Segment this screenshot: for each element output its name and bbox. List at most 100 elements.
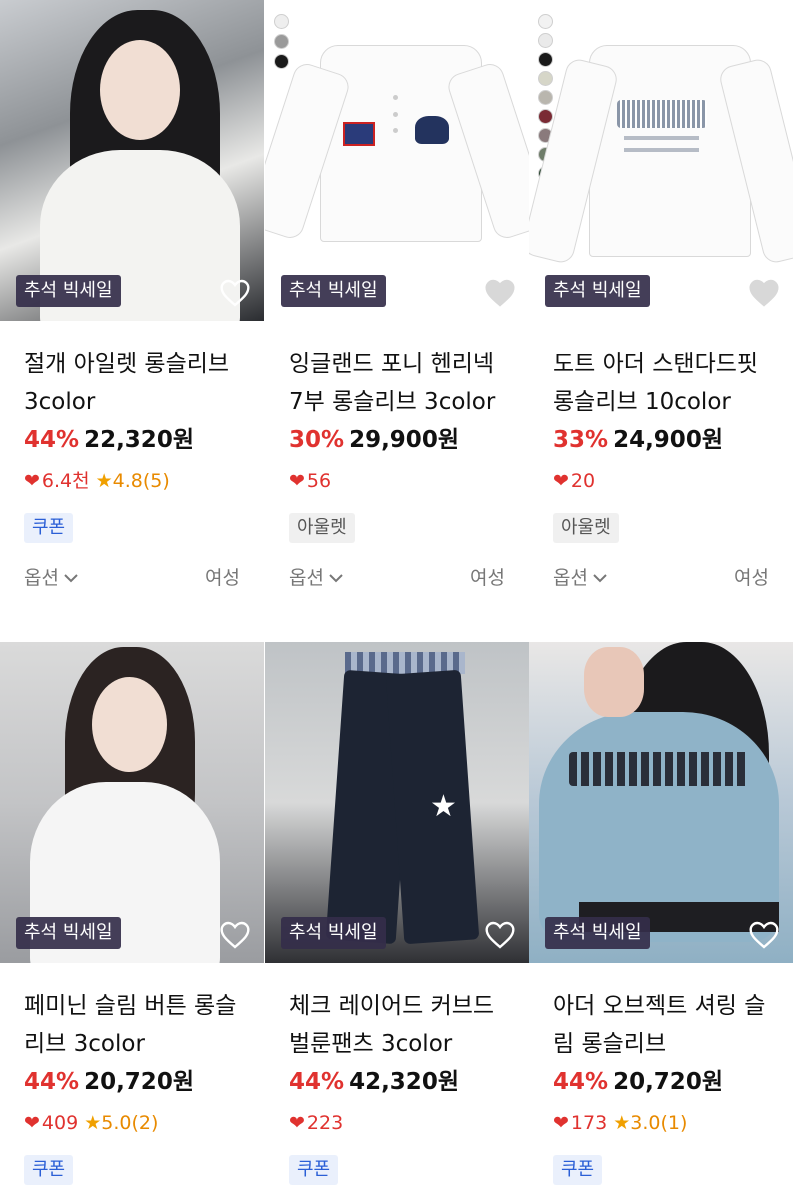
wishlist-heart-icon[interactable]	[218, 277, 252, 309]
sale-price: 22,320원	[84, 427, 194, 453]
sale-badge: 추석 빅세일	[281, 275, 386, 307]
price-row: 44% 22,320원	[24, 423, 240, 457]
option-dropdown[interactable]: 옵션	[24, 563, 79, 590]
color-swatch	[274, 14, 289, 29]
wishlist-heart-icon[interactable]	[483, 277, 517, 309]
gender-label: 여성	[470, 567, 505, 589]
option-label: 옵션	[553, 567, 588, 589]
product-stats: ❤ 223	[289, 1111, 505, 1135]
heart-icon: ❤	[24, 1112, 40, 1134]
like-count: 223	[306, 1112, 344, 1134]
product-card[interactable]: 추석 빅세일 잉글랜드 포니 헨리넥 7부 롱슬리브 3color 30% 29,…	[265, 0, 529, 590]
product-image[interactable]: 추석 빅세일	[0, 642, 264, 963]
rating: 4.8(5)	[112, 470, 170, 492]
product-card[interactable]: 추석 빅세일 절개 아일렛 롱슬리브 3color 44% 22,320원 ❤ 6…	[0, 0, 264, 590]
sale-price: 20,720원	[613, 1069, 723, 1095]
price-row: 44% 20,720원	[24, 1065, 240, 1099]
like-count: 56	[306, 470, 332, 492]
product-stats: ❤ 56	[289, 469, 505, 493]
heart-icon: ❤	[24, 470, 40, 492]
price-row: 44% 20,720원	[553, 1065, 769, 1099]
heart-icon: ❤	[289, 470, 305, 492]
wishlist-heart-icon[interactable]	[483, 919, 517, 951]
like-count: 173	[570, 1112, 608, 1134]
gender-label: 여성	[205, 567, 240, 589]
coupon-tag: 쿠폰	[24, 1155, 74, 1185]
option-label: 옵션	[24, 567, 59, 589]
product-image[interactable]: 추석 빅세일	[529, 642, 793, 963]
coupon-tag: 쿠폰	[289, 1155, 339, 1185]
discount-rate: 30%	[289, 427, 345, 453]
product-card[interactable]: 추석 빅세일 도트 아더 스탠다드핏 롱슬리브 10color 33% 24,90…	[529, 0, 793, 590]
product-stats: ❤ 20	[553, 469, 769, 493]
sale-badge: 추석 빅세일	[16, 917, 121, 949]
sale-badge: 추석 빅세일	[545, 275, 650, 307]
wishlist-heart-icon[interactable]	[747, 919, 781, 951]
product-image[interactable]: ★ 추석 빅세일	[265, 642, 529, 963]
discount-rate: 44%	[289, 1069, 345, 1095]
color-swatch	[538, 33, 553, 48]
product-stats: ❤ 409 ★ 5.0(2)	[24, 1111, 240, 1135]
product-title[interactable]: 잉글랜드 포니 헨리넥 7부 롱슬리브 3color	[289, 345, 505, 421]
gender-label: 여성	[734, 567, 769, 589]
discount-rate: 33%	[553, 427, 609, 453]
product-image[interactable]: 추석 빅세일	[529, 0, 793, 321]
star-icon: ★	[95, 470, 113, 492]
chevron-down-icon	[63, 566, 79, 588]
outlet-tag: 아울렛	[553, 513, 619, 543]
coupon-tag: 쿠폰	[24, 513, 74, 543]
product-stats: ❤ 173 ★ 3.0(1)	[553, 1111, 769, 1135]
product-title[interactable]: 페미닌 슬림 버튼 롱슬리브 3color	[24, 987, 240, 1063]
wishlist-heart-icon[interactable]	[218, 919, 252, 951]
discount-rate: 44%	[24, 1069, 80, 1095]
option-dropdown[interactable]: 옵션	[289, 563, 344, 590]
option-dropdown[interactable]: 옵션	[553, 563, 608, 590]
color-swatch	[538, 14, 553, 29]
like-count: 6.4천	[41, 470, 90, 492]
sale-badge: 추석 빅세일	[545, 917, 650, 949]
color-swatch	[538, 109, 553, 124]
sale-price: 20,720원	[84, 1069, 194, 1095]
rating: 5.0(2)	[101, 1112, 159, 1134]
product-image[interactable]: 추석 빅세일	[265, 0, 529, 321]
heart-icon: ❤	[289, 1112, 305, 1134]
discount-rate: 44%	[553, 1069, 609, 1095]
product-title[interactable]: 체크 레이어드 커브드 벌룬팬츠 3color	[289, 987, 505, 1063]
sale-badge: 추석 빅세일	[16, 275, 121, 307]
like-count: 20	[570, 470, 596, 492]
star-icon: ★	[84, 1112, 102, 1134]
product-stats: ❤ 6.4천 ★ 4.8(5)	[24, 469, 240, 493]
color-swatch	[538, 52, 553, 67]
star-icon: ★	[613, 1112, 631, 1134]
color-swatch	[274, 34, 289, 49]
chevron-down-icon	[592, 566, 608, 588]
color-swatch	[274, 54, 289, 69]
outlet-tag: 아울렛	[289, 513, 355, 543]
sale-price: 42,320원	[349, 1069, 459, 1095]
option-label: 옵션	[289, 567, 324, 589]
product-title[interactable]: 도트 아더 스탠다드핏 롱슬리브 10color	[553, 345, 769, 421]
wishlist-heart-icon[interactable]	[747, 277, 781, 309]
rating: 3.0(1)	[630, 1112, 688, 1134]
price-row: 44% 42,320원	[289, 1065, 505, 1099]
sale-price: 24,900원	[613, 427, 723, 453]
like-count: 409	[41, 1112, 79, 1134]
product-card[interactable]: 추석 빅세일 아더 오브젝트 셔링 슬림 롱슬리브 44% 20,720원 ❤ 1…	[529, 642, 793, 1185]
heart-icon: ❤	[553, 470, 569, 492]
product-title[interactable]: 절개 아일렛 롱슬리브 3color	[24, 345, 240, 421]
discount-rate: 44%	[24, 427, 80, 453]
color-swatches	[274, 14, 289, 69]
heart-icon: ❤	[553, 1112, 569, 1134]
product-card[interactable]: ★ 추석 빅세일 체크 레이어드 커브드 벌룬팬츠 3color 44% 42,3…	[265, 642, 529, 1185]
color-swatch	[538, 90, 553, 105]
price-row: 30% 29,900원	[289, 423, 505, 457]
color-swatch	[538, 71, 553, 86]
product-image[interactable]: 추석 빅세일	[0, 0, 264, 321]
coupon-tag: 쿠폰	[553, 1155, 603, 1185]
price-row: 33% 24,900원	[553, 423, 769, 457]
product-title[interactable]: 아더 오브젝트 셔링 슬림 롱슬리브	[553, 987, 769, 1063]
sale-price: 29,900원	[349, 427, 459, 453]
product-card[interactable]: 추석 빅세일 페미닌 슬림 버튼 롱슬리브 3color 44% 20,720원 …	[0, 642, 264, 1185]
sale-badge: 추석 빅세일	[281, 917, 386, 949]
chevron-down-icon	[328, 566, 344, 588]
